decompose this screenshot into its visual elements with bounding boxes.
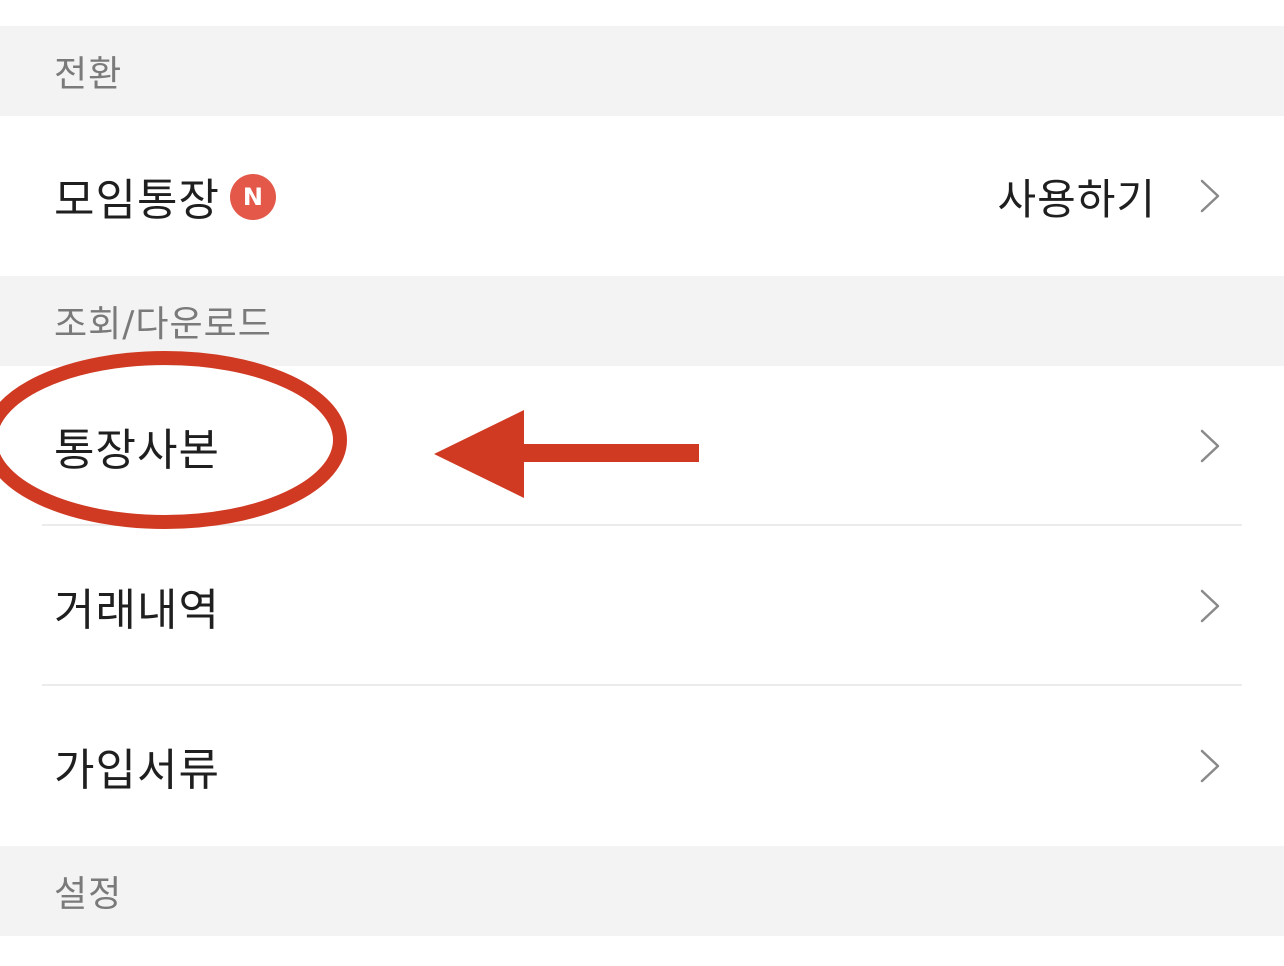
row-label: 가입서류 [54,745,220,796]
row-label: 통장사본 [54,425,220,476]
section-header-view-download: 조회/다운로드 [0,276,1284,366]
chevron-right-icon [1200,179,1220,213]
chevron-right-icon [1200,749,1220,783]
row-signup-documents[interactable]: 가입서류 [0,686,1284,846]
row-transaction-history[interactable]: 거래내역 [0,526,1284,686]
top-strip [0,0,1284,26]
chevron-right-icon [1200,429,1220,463]
row-label: 모임통장 [54,175,220,226]
row-bankbook-copy[interactable]: 통장사본 [0,366,1284,526]
section-header-switch: 전환 [0,26,1284,116]
section-header-label: 전환 [54,54,123,95]
section-header-label: 설정 [54,874,123,915]
new-badge: N [229,174,276,220]
section-header-label: 조회/다운로드 [54,304,272,345]
section-header-settings: 설정 [0,846,1284,936]
row-label: 거래내역 [54,585,220,636]
chevron-right-icon [1200,589,1220,623]
row-group-account[interactable]: 모임통장 N 사용하기 [0,116,1284,276]
use-action-label: 사용하기 [997,174,1156,224]
settings-screen: 전환 모임통장 N 사용하기 조회/다운로드 통장사본 거래내역 가입서류 설정 [0,0,1284,966]
